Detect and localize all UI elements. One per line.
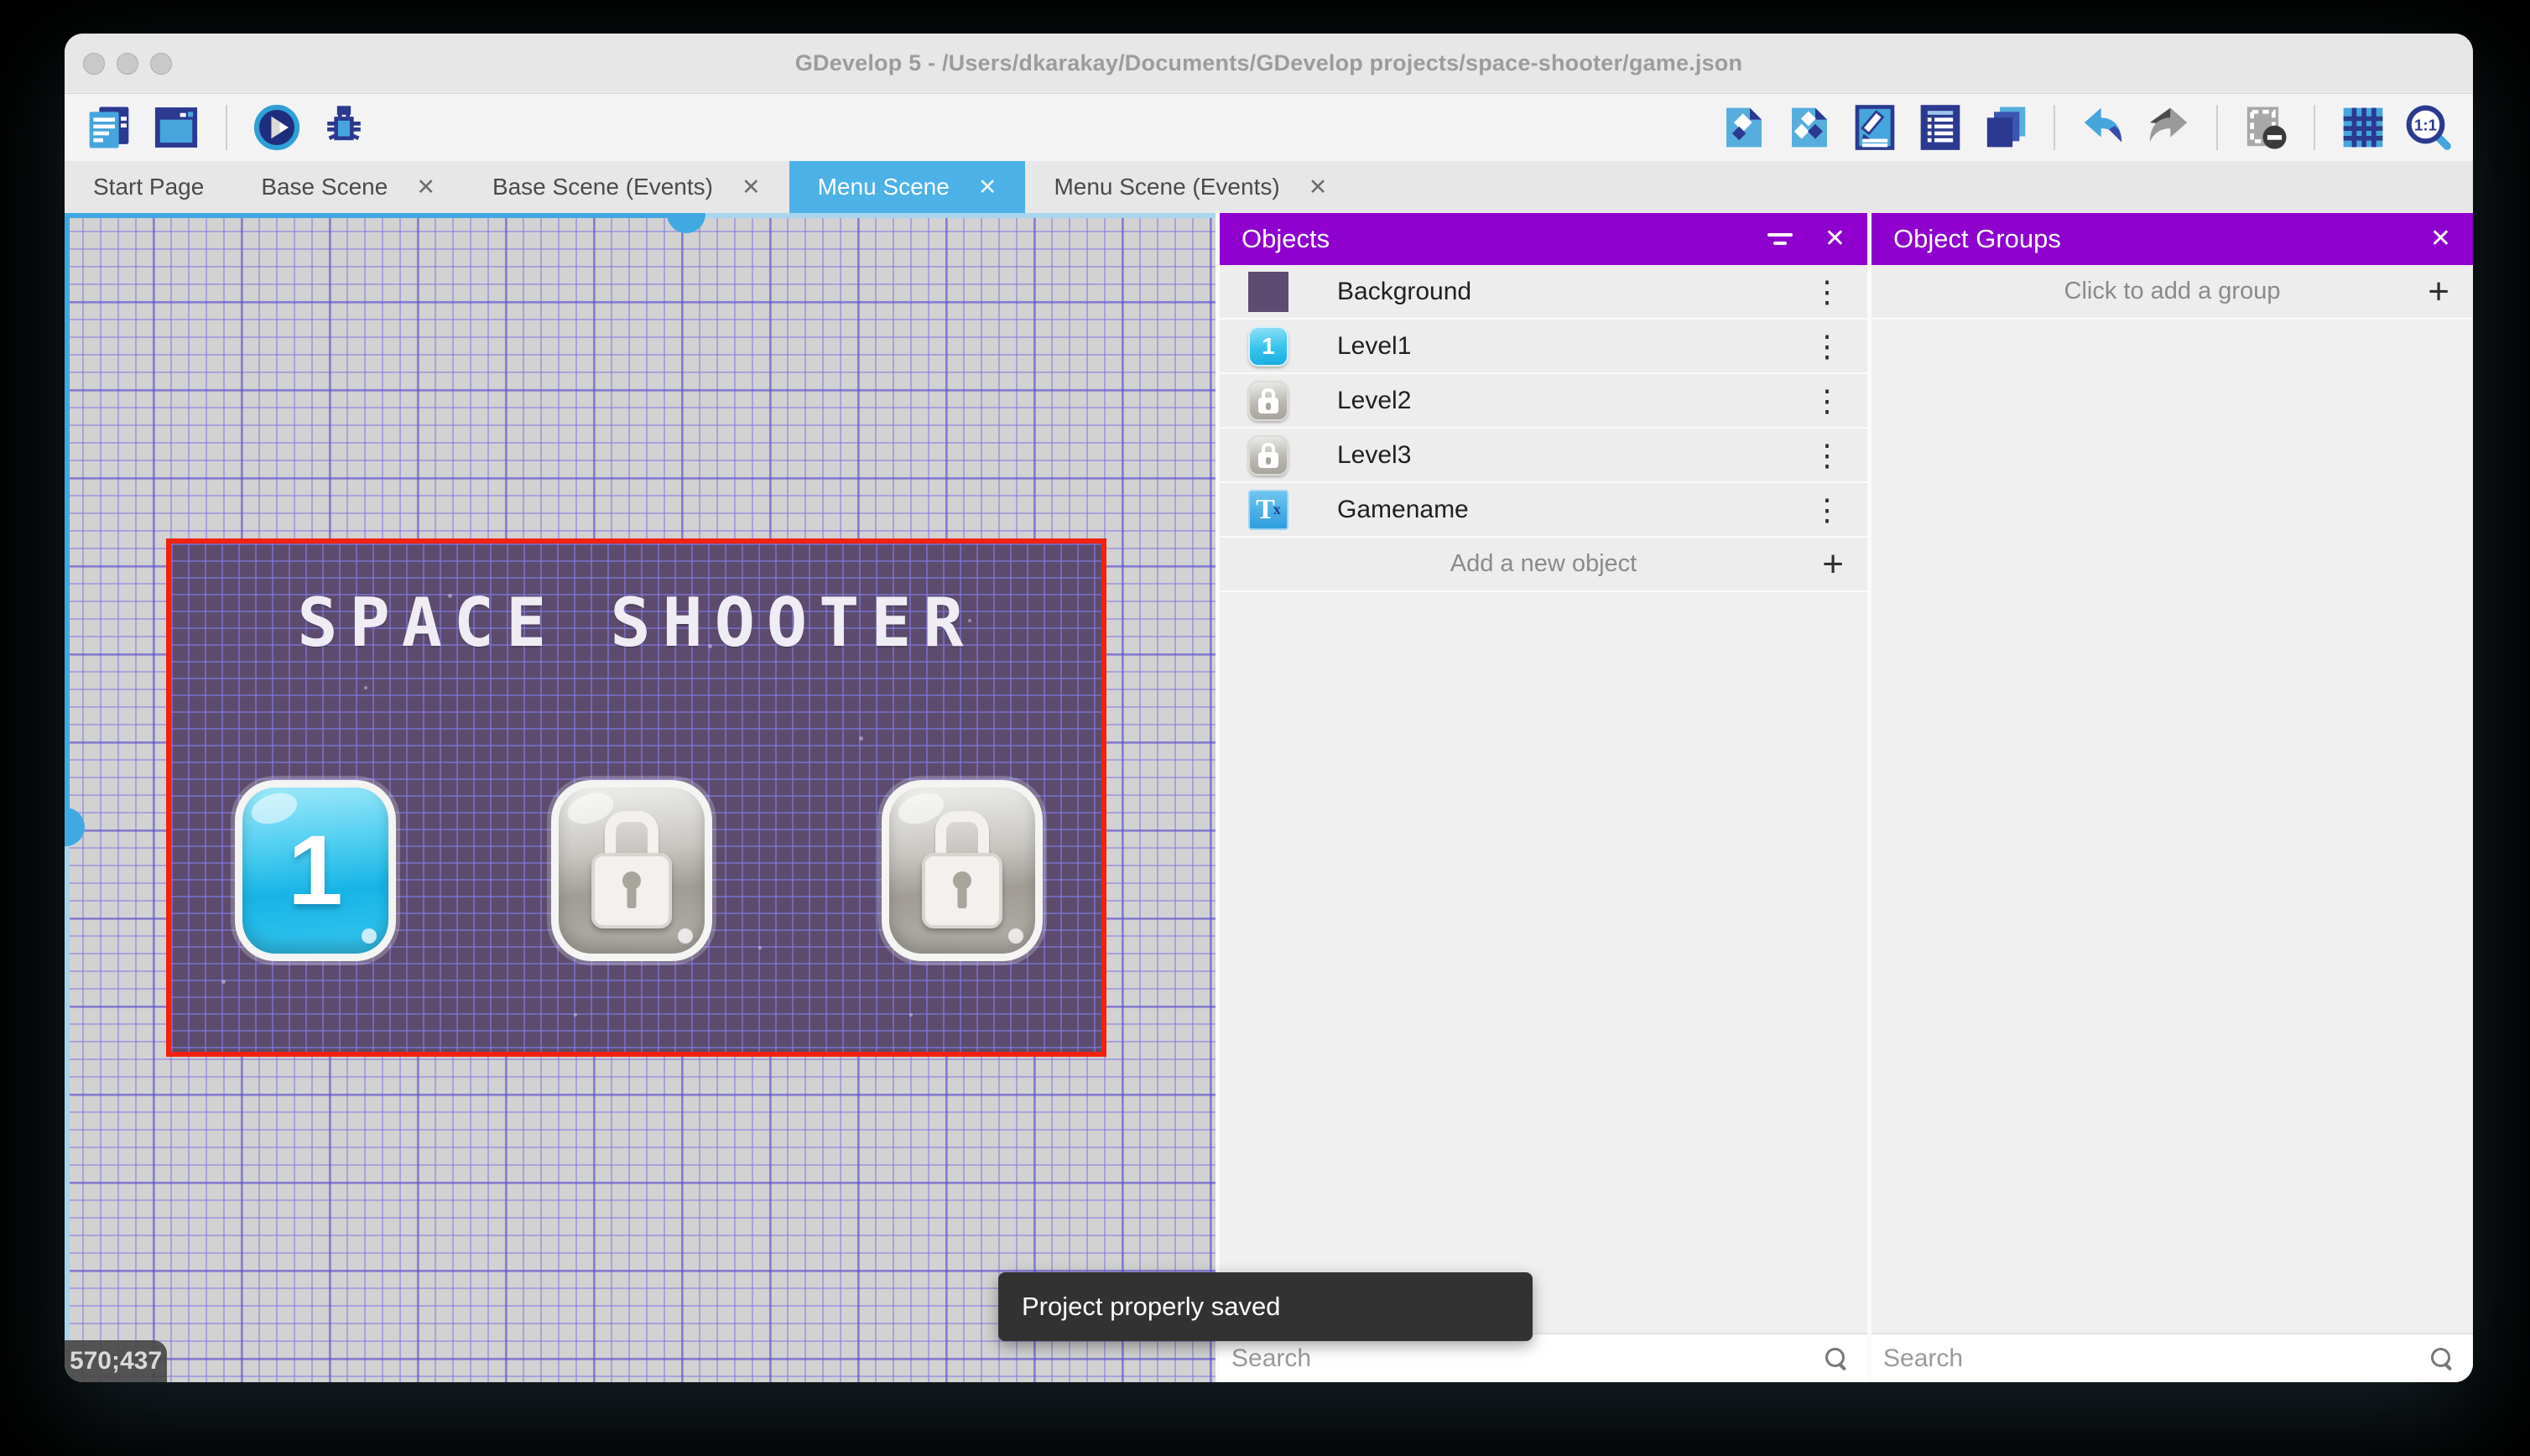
toolbar-separator: [226, 105, 227, 150]
close-icon[interactable]: ✕: [1825, 226, 1845, 252]
horizontal-scrollbar-thumb[interactable]: [667, 213, 705, 233]
project-manager-icon[interactable]: [85, 103, 133, 152]
kebab-menu-icon[interactable]: ⋮: [1812, 494, 1842, 525]
groups-search-input[interactable]: [1883, 1344, 2429, 1373]
window-title: GDevelop 5 - /Users/dkarakay/Documents/G…: [794, 50, 1743, 75]
toast-message: Project properly saved: [1022, 1292, 1281, 1321]
zoom-icon[interactable]: 1:1: [2404, 103, 2453, 152]
save-toast: Project properly saved: [998, 1272, 1533, 1341]
kebab-menu-icon[interactable]: ⋮: [1812, 330, 1842, 361]
game-title-text-instance[interactable]: SPACE SHOOTER: [171, 584, 1101, 662]
level3-object-thumbnail: [1248, 434, 1288, 476]
lock-icon: [590, 811, 674, 930]
vertical-scrollbar-thumb[interactable]: [65, 808, 85, 846]
objects-editor-icon[interactable]: [1720, 103, 1768, 152]
level2-object-thumbnail: [1248, 380, 1288, 421]
zoom-window-button[interactable]: [150, 52, 172, 75]
cursor-coordinates-badge: 570;437: [65, 1340, 167, 1382]
close-window-button[interactable]: [83, 52, 105, 75]
object-row-level2[interactable]: Level2 ⋮: [1220, 374, 1867, 429]
objects-panel-title: Objects: [1242, 224, 1330, 253]
level3-locked-button-instance[interactable]: [882, 780, 1043, 961]
object-groups-panel-header: Object Groups ✕: [1871, 213, 2473, 265]
objects-search-input[interactable]: [1231, 1344, 1824, 1373]
object-row-level3[interactable]: Level3 ⋮: [1220, 429, 1867, 483]
close-icon[interactable]: ✕: [2430, 226, 2451, 252]
toolbar-left: [85, 103, 368, 152]
toolbar: 1:1: [65, 94, 2473, 161]
preview-window-icon[interactable]: [152, 103, 200, 152]
kebab-menu-icon[interactable]: ⋮: [1812, 439, 1842, 471]
toolbar-separator: [2314, 105, 2315, 150]
horizontal-scrollbar[interactable]: [65, 213, 1216, 218]
toolbar-right: 1:1: [1720, 103, 2453, 152]
objects-panel-header: Objects ✕: [1220, 213, 1867, 265]
toggle-grid-icon[interactable]: [2339, 103, 2387, 152]
toggle-mask-icon[interactable]: [2241, 103, 2290, 152]
object-row-level1[interactable]: 1 Level1 ⋮: [1220, 320, 1867, 374]
main-area: SPACE SHOOTER 1 570;437 Objects ✕ Backgr…: [65, 213, 2473, 1382]
close-tab-icon[interactable]: ✕: [416, 175, 435, 199]
object-groups-panel-title: Object Groups: [1893, 224, 2061, 253]
tab-base-scene[interactable]: Base Scene ✕: [232, 161, 464, 213]
titlebar: GDevelop 5 - /Users/dkarakay/Documents/G…: [65, 34, 2473, 94]
scene-selection-rect[interactable]: SPACE SHOOTER 1: [166, 538, 1106, 1057]
toolbar-separator: [2054, 105, 2055, 150]
play-preview-icon[interactable]: [252, 103, 301, 152]
gdevelop-window: GDevelop 5 - /Users/dkarakay/Documents/G…: [65, 34, 2473, 1382]
svg-text:1:1: 1:1: [2414, 117, 2437, 134]
groups-search-row: [1871, 1333, 2473, 1382]
scene-editor-canvas[interactable]: SPACE SHOOTER 1 570;437: [65, 213, 1216, 1382]
close-tab-icon[interactable]: ✕: [1309, 175, 1328, 199]
screen-background: GDevelop 5 - /Users/dkarakay/Documents/G…: [0, 0, 2530, 1456]
object-row-background[interactable]: Background ⋮: [1220, 265, 1867, 320]
tab-menu-scene-events[interactable]: Menu Scene (Events) ✕: [1025, 161, 1356, 213]
toolbar-separator: [2216, 105, 2218, 150]
traffic-lights: [83, 34, 172, 93]
close-tab-icon[interactable]: ✕: [742, 175, 761, 199]
add-group-row[interactable]: Click to add a group +: [1871, 265, 2473, 320]
tab-base-scene-events[interactable]: Base Scene (Events) ✕: [464, 161, 789, 213]
groups-panel-empty-area: [1871, 320, 2473, 1333]
lock-icon: [920, 811, 1004, 930]
objects-panel: Objects ✕ Background ⋮ 1 Level1 ⋮ Level2…: [1220, 213, 1867, 1382]
level1-digit: 1: [288, 815, 343, 926]
kebab-menu-icon[interactable]: ⋮: [1812, 276, 1842, 307]
vertical-scrollbar[interactable]: [65, 213, 70, 1382]
close-tab-icon[interactable]: ✕: [978, 175, 997, 199]
minimize-window-button[interactable]: [117, 52, 138, 75]
search-icon[interactable]: [1824, 1346, 1849, 1371]
level1-button-instance[interactable]: 1: [235, 780, 396, 961]
tab-bar: Start Page Base Scene ✕ Base Scene (Event…: [65, 161, 2473, 213]
layers-icon[interactable]: [1981, 103, 2030, 152]
kebab-menu-icon[interactable]: ⋮: [1812, 385, 1842, 416]
background-object-thumbnail: [1248, 271, 1288, 312]
debug-icon[interactable]: [320, 103, 368, 152]
level1-object-thumbnail: 1: [1248, 325, 1288, 367]
plus-icon[interactable]: +: [1822, 545, 1844, 583]
gamename-object-thumbnail: Tx: [1248, 489, 1288, 530]
instances-list-icon[interactable]: [1916, 103, 1965, 152]
object-groups-editor-icon[interactable]: [1785, 103, 1834, 152]
tab-menu-scene[interactable]: Menu Scene ✕: [789, 161, 1026, 213]
search-icon[interactable]: [2429, 1346, 2455, 1371]
tab-start-page[interactable]: Start Page: [65, 161, 232, 213]
objects-panel-empty-area: [1220, 592, 1867, 1333]
add-new-object-row[interactable]: Add a new object +: [1220, 538, 1867, 592]
object-groups-panel: Object Groups ✕ Click to add a group +: [1871, 213, 2473, 1382]
level2-locked-button-instance[interactable]: [551, 780, 712, 961]
filter-icon[interactable]: [1766, 233, 1794, 245]
plus-icon[interactable]: +: [2428, 273, 2449, 310]
undo-icon[interactable]: [2079, 103, 2127, 152]
properties-icon[interactable]: [1851, 103, 1899, 152]
redo-icon[interactable]: [2144, 103, 2193, 152]
object-row-gamename[interactable]: Tx Gamename ⋮: [1220, 483, 1867, 538]
